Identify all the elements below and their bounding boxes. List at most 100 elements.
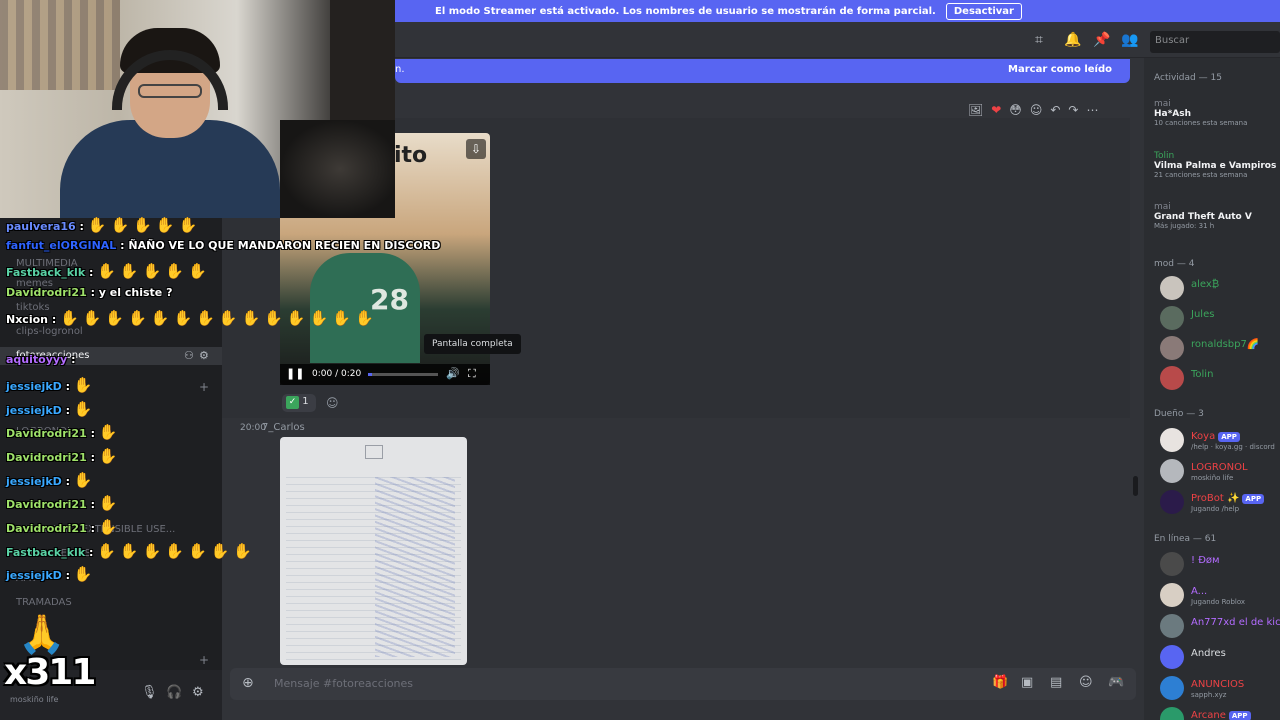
download-icon[interactable]: ⇩ (466, 139, 486, 159)
member-status: Jugando /help (1191, 505, 1240, 513)
member-row[interactable]: alex₿ (1160, 276, 1280, 302)
apps-icon[interactable]: 🎮 (1108, 675, 1124, 690)
member-row[interactable]: Jules (1160, 306, 1280, 332)
chat-username[interactable]: jessiejkD (6, 569, 62, 582)
chat-username[interactable]: jessiejkD (6, 404, 62, 417)
member-row[interactable]: Koya APP/help · koya.gg · discord (1160, 428, 1280, 454)
flushed-reaction-icon[interactable]: 😳 (1009, 103, 1022, 117)
member-name: ANUNCIOS (1191, 679, 1244, 690)
chat-emote-icon: ✋ (73, 471, 93, 489)
member-row[interactable]: A... Jugando Roblox (1160, 583, 1280, 609)
chat-emote-icon: ✋ (196, 309, 215, 327)
avatar (1160, 490, 1184, 514)
member-row[interactable]: ! Đøм (1160, 552, 1280, 578)
member-row[interactable]: LOGRONOL moskiño life (1160, 459, 1280, 485)
members-icon[interactable]: 👥 (1121, 32, 1138, 48)
deactivate-button[interactable]: Desactivar (945, 2, 1022, 20)
chat-message: jessiejkD : ✋ (6, 471, 97, 489)
attach-icon[interactable]: ⊕ (242, 675, 254, 691)
scrollbar[interactable] (1133, 476, 1138, 496)
activity-card[interactable]: Tolin Vilma Palma e Vampiros 21 cancione… (1154, 151, 1276, 179)
heart-reaction-icon[interactable]: ❤ (991, 103, 1001, 117)
chat-emote-icon: ✋ (60, 309, 79, 327)
add-channel-icon[interactable]: + (199, 653, 209, 667)
stream-chat-overlay: paulvera16 : ✋ ✋ ✋ ✋ ✋ fanfut_elORGINAL : ÑAÑ… (0, 212, 520, 602)
emote-combo-count: x311 (4, 652, 96, 693)
member-row[interactable]: ProBot ✨ APP Jugando /help (1160, 490, 1280, 516)
chat-username[interactable]: Davidrodri21 (6, 522, 87, 535)
chat-message: Nxcion : ✋ ✋ ✋ ✋ ✋ ✋ ✋ ✋ ✋ ✋ ✋ ✋ ✋ ✋ (6, 309, 378, 327)
chat-emote-icon: ✋ (286, 309, 306, 327)
pin-icon[interactable]: 📌 (1093, 32, 1110, 48)
chat-message: fanfut_elORGINAL : ÑAÑO VE LO QUE MANDAR… (6, 239, 440, 252)
reply-icon[interactable]: ↶ (1050, 103, 1060, 117)
gift-icon[interactable]: 🎁 (992, 675, 1008, 690)
chat-username[interactable]: aquitoyyy (6, 353, 67, 366)
bell-icon[interactable]: 🔔 (1064, 32, 1081, 48)
emoji-icon[interactable]: ☺ (1079, 675, 1093, 690)
image-reaction-icon[interactable]: 🖼 (968, 103, 983, 117)
message-composer[interactable]: ⊕ Mensaje #fotoreacciones 🎁 ▣ ▤ ☺ 🎮 (230, 668, 1136, 700)
chat-username[interactable]: fanfut_elORGINAL (6, 239, 116, 252)
mark-as-read-button[interactable]: Marcar como leído (1008, 64, 1112, 75)
screen: MULTIMEDIA memes tiktoks clips-logronol … (0, 0, 1280, 720)
member-row[interactable]: ANUNCIOS sapph.xyz (1160, 676, 1280, 702)
member-name: An777xd el de kick (1191, 617, 1280, 628)
chat-username[interactable]: Davidrodri21 (6, 286, 87, 299)
avatar (1160, 583, 1184, 607)
chat-username[interactable]: jessiejkD (6, 380, 62, 393)
settings-icon[interactable]: ⚙ (192, 685, 204, 700)
chat-username[interactable]: Fastback_klk (6, 546, 85, 559)
avatar (1160, 276, 1184, 300)
sticker-icon[interactable]: ▤ (1050, 675, 1062, 690)
member-name-text: Andres (1191, 648, 1226, 659)
online-header: En línea — 61 (1154, 534, 1217, 544)
chat-username[interactable]: Davidrodri21 (6, 427, 87, 440)
avatar (1160, 459, 1184, 483)
user-status: moskiño life (10, 695, 59, 704)
chat-emote-icon: ✋ (142, 542, 162, 560)
member-status: moskiño life (1191, 474, 1234, 482)
webcam-overlay (0, 0, 395, 218)
chat-separator: : (75, 220, 88, 233)
chat-emote-icon: ✋ (210, 542, 230, 560)
threads-icon[interactable]: ⌗ (1035, 32, 1043, 48)
search-input[interactable]: Buscar (1150, 31, 1280, 53)
channel-header: ⌗ 🔔 📌 👥 Buscar (395, 22, 1280, 58)
activity-title: Ha*Ash (1154, 109, 1192, 119)
chat-message: Fastback_klk : ✋ ✋ ✋ ✋ ✋ ✋ ✋ (6, 542, 256, 560)
gif-icon[interactable]: ▣ (1021, 675, 1033, 690)
forward-icon[interactable]: ↷ (1068, 103, 1078, 117)
streamer-mode-banner: El modo Streamer está activado. Los nomb… (395, 0, 1280, 22)
chat-username[interactable]: Davidrodri21 (6, 451, 87, 464)
member-row[interactable]: Tolin (1160, 366, 1280, 392)
chat-username[interactable]: Davidrodri21 (6, 498, 87, 511)
avatar (1160, 306, 1184, 330)
chat-username[interactable]: Fastback_klk (6, 266, 85, 279)
member-list: Actividad — 15 mai Ha*Ash 10 canciones e… (1144, 58, 1280, 720)
chat-separator: : (47, 313, 61, 326)
member-row[interactable]: Andres (1160, 645, 1280, 671)
member-row[interactable]: Arcane APP (1160, 707, 1280, 720)
chat-emote-icon: ✋ (73, 376, 93, 394)
chat-message: jessiejkD : ✋ (6, 400, 97, 418)
member-row[interactable]: An777xd el de kick (1160, 614, 1280, 640)
activity-card[interactable]: mai Ha*Ash 10 canciones esta semana (1154, 99, 1247, 127)
member-name: LOGRONOL (1191, 462, 1248, 473)
chat-username[interactable]: Nxcion (6, 313, 48, 326)
new-messages-bar[interactable]: n. Marcar como leído (395, 59, 1130, 83)
app-badge: APP (1228, 711, 1251, 720)
headphones-icon[interactable]: 🎧 (166, 685, 182, 700)
add-reaction-icon[interactable]: ☺ (1030, 103, 1043, 117)
chat-username[interactable]: jessiejkD (6, 475, 62, 488)
chat-username[interactable]: paulvera16 (6, 220, 76, 233)
avatar (1160, 645, 1184, 669)
member-name: Andres (1191, 648, 1226, 659)
more-options-icon[interactable]: ⋯ (1086, 103, 1098, 117)
microphone-icon[interactable]: 🎙 (141, 685, 158, 700)
message-input[interactable]: Mensaje #fotoreacciones (274, 677, 413, 690)
activity-card[interactable]: mai Grand Theft Auto V Más jugado: 31 h (1154, 202, 1252, 230)
chat-emote-icon: ✋ (98, 447, 118, 465)
member-row[interactable]: ronaldsbp7🌈 (1160, 336, 1280, 362)
chat-emote-icon: ✋ (332, 309, 351, 327)
